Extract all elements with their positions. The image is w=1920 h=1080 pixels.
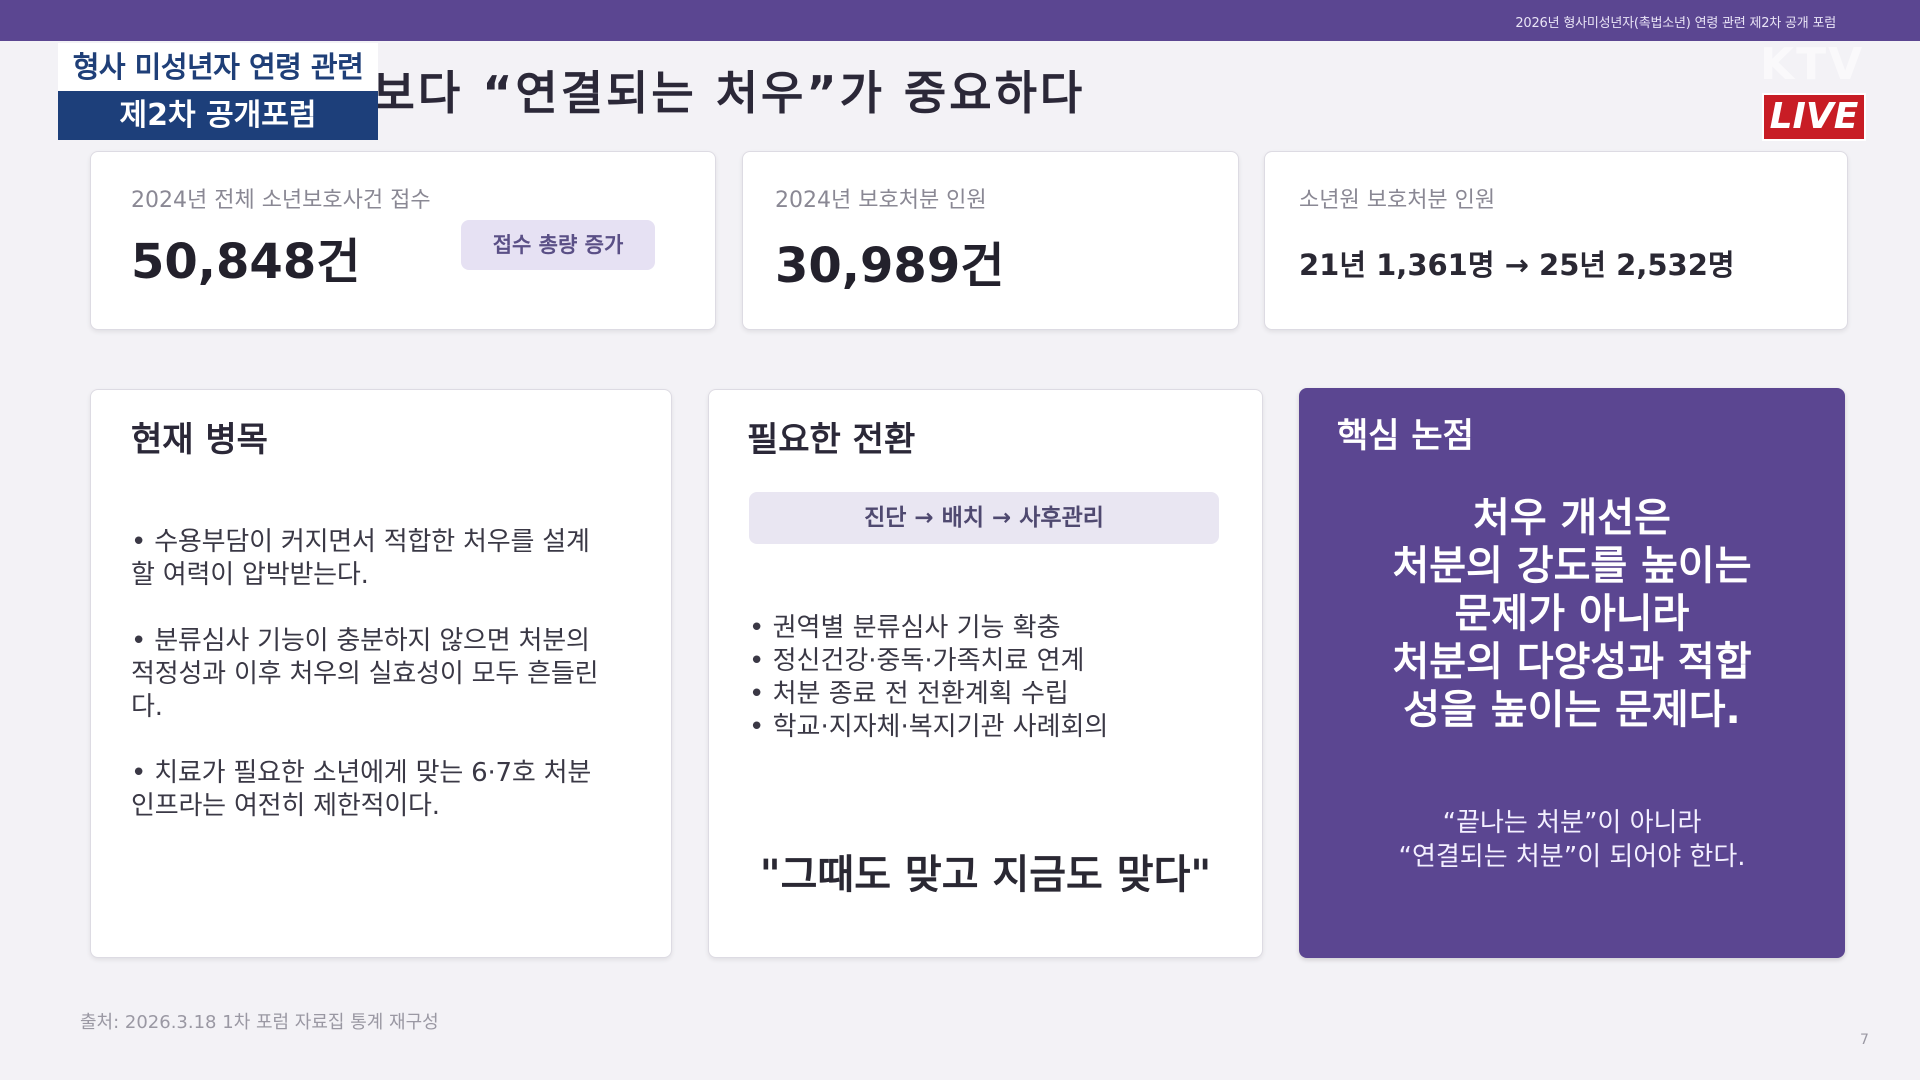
list-item: • 수용부담이 커지면서 적합한 처우를 설계할 여력이 압박받는다. <box>131 527 590 590</box>
key-statement-line: 처분의 다양성과 적합 <box>1392 639 1752 685</box>
stat-card-reception: 2024년 전체 소년보호사건 접수 50,848건 접수 총량 증가 <box>90 151 716 330</box>
top-bar-text: 2026년 형사미성년자(촉법소년) 연령 관련 제2차 공개 포럼 <box>1515 16 1836 31</box>
key-statement-line: 성을 높이는 문제다. <box>1403 687 1741 733</box>
status-badge: 접수 총량 증가 <box>461 220 655 270</box>
bullet-list: • 권역별 분류심사 기능 확충 • 정신건강·중독·가족치료 연계 • 처분 … <box>749 612 1209 744</box>
panel-needed-transition: 필요한 전환 진단 → 배치 → 사후관리 • 권역별 분류심사 기능 확충 •… <box>708 389 1263 958</box>
stat-label: 2024년 전체 소년보호사건 접수 <box>131 188 431 213</box>
stat-label: 2024년 보호처분 인원 <box>775 188 987 213</box>
stat-label: 소년원 보호처분 인원 <box>1299 188 1496 213</box>
list-item: • 치료가 필요한 소년에게 맞는 6·7호 처분 인프라는 여전히 제한적이다… <box>131 758 592 821</box>
bullet-list: • 수용부담이 커지면서 적합한 처우를 설계할 여력이 압박받는다. • 분류… <box>131 526 611 856</box>
banner-line-2: 제2차 공개포럼 <box>58 91 378 140</box>
source-note: 출처: 2026.3.18 1차 포럼 자료집 통계 재구성 <box>80 1012 439 1033</box>
key-statement: 처우 개선은 처분의 강도를 높이는 문제가 아니라 처분의 다양성과 적합 성… <box>1299 494 1845 734</box>
page-number: 7 <box>1860 1032 1869 1048</box>
panel-heading: 필요한 전환 <box>747 420 916 460</box>
live-badge: LIVE <box>1762 93 1866 141</box>
list-item: • 권역별 분류심사 기능 확충 <box>749 613 1061 643</box>
list-item: • 정신건강·중독·가족치료 연계 <box>749 646 1085 676</box>
key-statement-line: 처분의 강도를 높이는 <box>1392 543 1752 589</box>
key-subtext-line: “끝나는 처분”이 아니라 <box>1442 808 1702 838</box>
stat-card-juvenile-center: 소년원 보호처분 인원 21년 1,361명 → 25년 2,532명 <box>1264 151 1848 330</box>
stat-value: 50,848건 <box>131 234 361 290</box>
panel-key-point: 핵심 논점 처우 개선은 처분의 강도를 높이는 문제가 아니라 처분의 다양성… <box>1299 388 1845 958</box>
broadcast-banner: 형사 미성년자 연령 관련 제2차 공개포럼 <box>58 43 378 140</box>
top-bar: 2026년 형사미성년자(촉법소년) 연령 관련 제2차 공개 포럼 <box>0 0 1920 41</box>
list-item: • 처분 종료 전 전환계획 수립 <box>749 679 1069 709</box>
key-subtext: “끝나는 처분”이 아니라 “연결되는 처분”이 되어야 한다. <box>1299 806 1845 874</box>
key-statement-line: 문제가 아니라 <box>1454 591 1690 637</box>
stat-card-dispositions: 2024년 보호처분 인원 30,989건 <box>742 151 1239 330</box>
stat-value: 21년 1,361명 → 25년 2,532명 <box>1299 248 1735 282</box>
stat-value: 30,989건 <box>775 238 1005 294</box>
panel-current-bottleneck: 현재 병목 • 수용부담이 커지면서 적합한 처우를 설계할 여력이 압박받는다… <box>90 389 672 958</box>
key-statement-line: 처우 개선은 <box>1473 495 1671 541</box>
banner-line-1: 형사 미성년자 연령 관련 <box>58 43 378 91</box>
ktv-logo: KTV <box>1760 39 1865 90</box>
list-item: • 분류심사 기능이 충분하지 않으면 처분의 적정성과 이후 처우의 실효성이… <box>131 626 599 722</box>
quote: "그때도 맞고 지금도 맞다" <box>759 852 1212 898</box>
key-subtext-line: “연결되는 처분”이 되어야 한다. <box>1398 842 1746 872</box>
process-flow: 진단 → 배치 → 사후관리 <box>749 492 1219 544</box>
panel-heading: 현재 병목 <box>131 420 268 460</box>
panel-heading: 핵심 논점 <box>1337 416 1474 456</box>
list-item: • 학교·지자체·복지기관 사례회의 <box>749 712 1109 742</box>
